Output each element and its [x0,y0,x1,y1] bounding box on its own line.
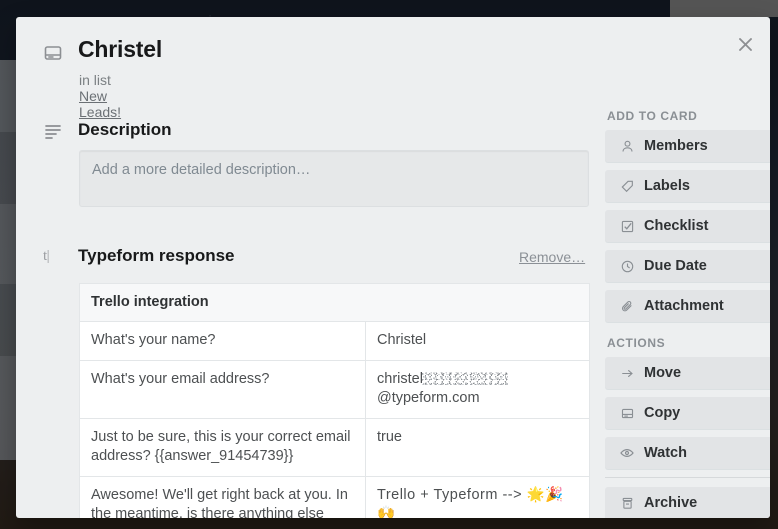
table-row: Just to be sure, this is your correct em… [79,417,590,477]
person-icon [618,140,636,153]
sidebar-item-label: Attachment [644,298,724,314]
list-name-link[interactable]: New Leads! [79,88,121,120]
answer-cell: Trello + Typeform --> 🌟🎉🙌 [365,475,590,518]
sidebar-item-label: Archive [644,495,698,511]
answer-cell: Christel [365,321,590,361]
sidebar-item-label: Copy [644,405,681,421]
sidebar-item-label: Move [644,365,682,381]
sidebar-item-attachment[interactable]: Attachment [605,290,770,322]
question-cell: Awesome! We'll get right back at you. In… [79,475,366,518]
archive-box-icon [618,497,636,510]
sidebar-item-label: Checklist [644,218,709,234]
card-icon [43,43,63,63]
sidebar-divider [605,477,770,478]
typeform-response-table: Trello integration What's your name? Chr… [79,282,590,518]
remove-attachment-link[interactable]: Remove… [519,249,585,265]
sidebar-item-labels[interactable]: Labels [605,170,770,202]
answer-cell: true [365,417,590,477]
card-list-location: in list New Leads! [79,72,121,120]
description-title: Description [78,120,172,139]
sidebar-item-watch[interactable]: Watch [605,437,770,469]
arrow-right-icon [618,367,636,380]
question-cell: Just to be sure, this is your correct em… [79,417,366,477]
description-lines-icon [43,121,65,143]
table-header-row: Trello integration [79,282,590,323]
description-input[interactable] [79,150,589,207]
eye-icon [618,446,636,460]
table-row: What's your email address? christel @type… [79,359,590,419]
sidebar-item-label: Due Date [644,258,707,274]
paperclip-icon [618,300,636,313]
copy-card-icon [618,407,636,420]
tag-icon [618,180,636,193]
add-to-card-heading: ADD TO CARD [607,109,698,123]
table-row: What's your name? Christel [79,321,590,361]
sidebar-item-move[interactable]: Move [605,357,770,389]
sidebar-item-archive[interactable]: Archive [605,487,770,518]
typeform-logo-icon: t| [43,248,50,264]
page-title: Christel [78,36,163,62]
sidebar-item-due-date[interactable]: Due Date [605,250,770,282]
sidebar-item-label: Members [644,138,708,154]
table-row: Awesome! We'll get right back at you. In… [79,475,590,518]
sidebar-item-copy[interactable]: Copy [605,397,770,429]
sidebar-item-checklist[interactable]: Checklist [605,210,770,242]
table-header-title: Trello integration [79,282,590,323]
sidebar-item-label: Watch [644,445,687,461]
close-icon[interactable] [728,27,762,61]
sidebar-item-label: Labels [644,178,690,194]
card-sidebar: ADD TO CARD Members Labels Checklist Due… [605,109,770,518]
sidebar-item-members[interactable]: Members [605,130,770,162]
answer-cell-redacted: christel @typeform.com [365,359,590,419]
card-header: Christel in list New Leads! [16,17,162,120]
email-suffix: @typeform.com [377,390,480,407]
card-detail-modal: Christel in list New Leads! Description … [16,17,770,518]
actions-heading: ACTIONS [607,336,666,350]
question-cell: What's your name? [79,321,366,361]
email-prefix: christel [377,370,423,387]
redacted-blur [421,371,508,385]
clock-icon [618,260,636,273]
in-list-label: in list [79,72,111,88]
checkbox-icon [618,220,636,233]
question-cell: What's your email address? [79,359,366,419]
typeform-section-title: Typeform response [78,246,235,265]
